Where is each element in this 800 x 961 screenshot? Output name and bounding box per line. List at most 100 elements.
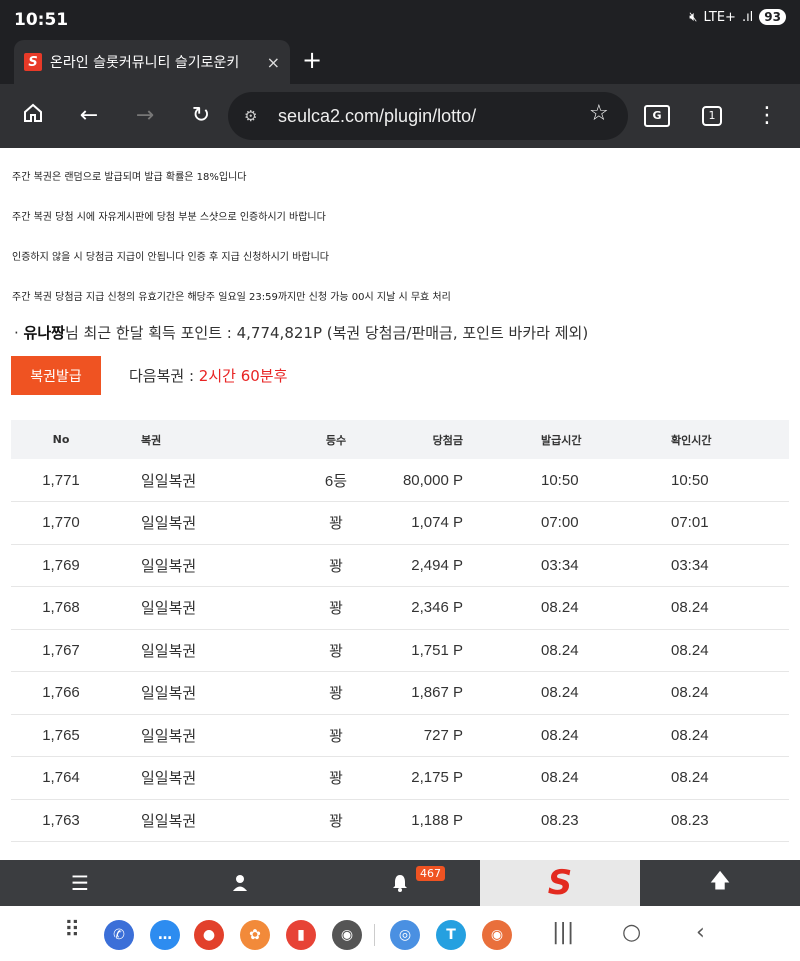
cell-rank: 꽝 <box>266 671 376 715</box>
cell-lottery: 일일복권 <box>111 501 266 545</box>
header-no: No <box>11 420 111 459</box>
app-icon[interactable]: ◉ <box>482 920 512 950</box>
gallery-app-icon[interactable]: ✿ <box>240 920 270 950</box>
network-label: LTE+ <box>703 9 736 25</box>
cell-checked-time: 08.24 <box>631 756 789 800</box>
status-time: 10:51 <box>14 10 69 30</box>
table-row: 1,770 일일복권 꽝 1,074 P 07:00 07:01 <box>11 501 789 545</box>
header-lottery: 복권 <box>111 420 266 459</box>
tab-close-button[interactable]: × <box>267 53 280 72</box>
header-prize: 당첨금 <box>376 420 501 459</box>
cell-checked-time: 08.24 <box>631 586 789 630</box>
cell-no: 1,771 <box>11 459 111 502</box>
cell-issued-time: 08.24 <box>501 671 631 715</box>
cell-no: 1,764 <box>11 756 111 800</box>
table-row: 1,769 일일복권 꽝 2,494 P 03:34 03:34 <box>11 544 789 587</box>
translate-icon[interactable]: G <box>644 105 670 127</box>
cell-lottery: 일일복권 <box>111 714 266 757</box>
table-body: 1,771 일일복권 6등 80,000 P 10:50 10:50 1,770 일일복권 꽝 1… <box>11 459 789 842</box>
table-row: 1,767 일일복권 꽝 1,751 P 08.24 08.24 <box>11 629 789 672</box>
points-text: 님 최근 한달 획득 포인트 : 4,774,821P (복권 당첨금/판매금,… <box>64 324 589 342</box>
status-icons: 🔇︎ LTE+ .ıl 93 <box>689 9 786 25</box>
cell-prize: 727 P <box>376 714 501 757</box>
issue-lottery-button[interactable]: 복권발급 <box>11 356 101 395</box>
cell-prize: 2,175 P <box>376 756 501 800</box>
cell-checked-time: 10:50 <box>631 459 789 502</box>
cell-issued-time: 08.24 <box>501 586 631 630</box>
app-icon[interactable]: ● <box>194 920 224 950</box>
home-button-icon[interactable]: ○ <box>622 920 641 945</box>
cell-prize: 80,000 P <box>376 459 501 502</box>
user-icon[interactable] <box>160 860 320 906</box>
cell-no: 1,766 <box>11 671 111 715</box>
tab-switcher-button[interactable]: 1 <box>702 106 722 126</box>
more-vert-icon[interactable]: ⋮ <box>752 102 782 130</box>
table-row: 1,771 일일복권 6등 80,000 P 10:50 10:50 <box>11 459 789 502</box>
table-row: 1,765 일일복권 꽝 727 P 08.24 08.24 <box>11 714 789 757</box>
phone-app-icon[interactable]: ✆ <box>104 920 134 950</box>
notice-line: 주간 복권 당첨금 지급 신청의 유효기간은 해당주 일요일 23:59까지만 … <box>12 292 451 303</box>
notice-line: 주간 복권은 랜덤으로 발급되며 발급 확률은 18%입니다 <box>12 172 247 183</box>
cell-no: 1,767 <box>11 629 111 672</box>
next-lottery-time: 2시간 60분후 <box>198 367 288 385</box>
cell-checked-time: 08.24 <box>631 671 789 715</box>
forward-arrow-icon[interactable]: → <box>130 102 160 130</box>
cell-lottery: 일일복권 <box>111 544 266 587</box>
next-lottery: 다음복권 : 2시간 60분후 <box>129 365 287 386</box>
cell-rank: 꽝 <box>266 799 376 842</box>
battery-level: 93 <box>759 9 786 25</box>
cell-lottery: 일일복권 <box>111 586 266 630</box>
next-lottery-label: 다음복권 : <box>129 367 199 385</box>
browser-toolbar: ← → ↻ ⚙ seulca2.com/plugin/lotto/ ☆ G 1 … <box>0 84 800 148</box>
notification-badge: 467 <box>416 866 445 881</box>
cell-lottery: 일일복권 <box>111 671 266 715</box>
status-bar: 10:51 🔇︎ LTE+ .ıl 93 <box>0 0 800 38</box>
cell-rank: 꽝 <box>266 501 376 545</box>
recents-icon[interactable]: ||| <box>552 920 574 945</box>
back-arrow-icon[interactable]: ← <box>74 102 104 130</box>
cell-rank: 꽝 <box>266 756 376 800</box>
tune-icon[interactable]: ⚙ <box>244 107 266 125</box>
reload-icon[interactable]: ↻ <box>186 102 216 130</box>
address-bar[interactable]: ⚙ seulca2.com/plugin/lotto/ <box>228 92 628 140</box>
cell-checked-time: 08.23 <box>631 799 789 842</box>
user-name: 유나짱 <box>23 324 65 342</box>
header-rank: 등수 <box>266 420 376 459</box>
cell-no: 1,769 <box>11 544 111 587</box>
site-logo-mark: S <box>547 863 573 903</box>
cell-rank: 6등 <box>266 459 376 502</box>
cell-no: 1,765 <box>11 714 111 757</box>
app-drawer-icon[interactable]: ⠿ <box>64 918 80 943</box>
camera-app-icon[interactable]: ◉ <box>332 920 362 950</box>
points-summary: · 유나짱님 최근 한달 획득 포인트 : 4,774,821P (복권 당첨금… <box>14 322 588 343</box>
cell-issued-time: 08.23 <box>501 799 631 842</box>
messages-app-icon[interactable]: … <box>150 920 180 950</box>
notes-app-icon[interactable]: ▮ <box>286 920 316 950</box>
bell-icon[interactable] <box>320 860 480 906</box>
cell-issued-time: 10:50 <box>501 459 631 502</box>
site-logo[interactable]: S <box>480 860 640 906</box>
t-app-icon[interactable]: T <box>436 920 466 950</box>
system-navigation: ⠿ ✆ … ● ✿ ▮ ◉ ◎ T ◉ ||| ○ ‹ <box>0 906 800 961</box>
site-favicon-icon: S <box>24 53 42 71</box>
browser-tab[interactable]: S 온라인 슬롯커뮤니티 슬기로운키 × <box>14 40 290 84</box>
cell-rank: 꽝 <box>266 714 376 757</box>
back-icon[interactable]: ‹ <box>696 920 705 945</box>
cell-checked-time: 03:34 <box>631 544 789 587</box>
cell-issued-time: 08.24 <box>501 629 631 672</box>
new-tab-button[interactable]: + <box>302 46 322 74</box>
table-row: 1,763 일일복권 꽝 1,188 P 08.23 08.23 <box>11 799 789 842</box>
signal-icon: .ıl <box>741 9 754 25</box>
home-icon[interactable] <box>18 102 48 132</box>
cell-prize: 1,867 P <box>376 671 501 715</box>
scroll-top-icon[interactable]: 🡅 <box>640 860 800 906</box>
menu-icon[interactable]: ☰ <box>0 860 160 906</box>
cell-checked-time: 08.24 <box>631 629 789 672</box>
table-header-row: No 복권 등수 당첨금 발급시간 확인시간 <box>11 420 789 459</box>
cell-rank: 꽝 <box>266 586 376 630</box>
browser-top-chrome: 10:51 🔇︎ LTE+ .ıl 93 S 온라인 슬롯커뮤니티 슬기로운키 … <box>0 0 800 84</box>
cell-no: 1,770 <box>11 501 111 545</box>
lottery-history-table: No 복권 등수 당첨금 발급시간 확인시간 1,771 일일복권 6등 80,000… <box>11 420 789 842</box>
notice-line: 인증하지 않을 시 당첨금 지급이 안됩니다 인증 후 지급 신청하시기 바랍니… <box>12 252 329 263</box>
chrome-app-icon[interactable]: ◎ <box>390 920 420 950</box>
